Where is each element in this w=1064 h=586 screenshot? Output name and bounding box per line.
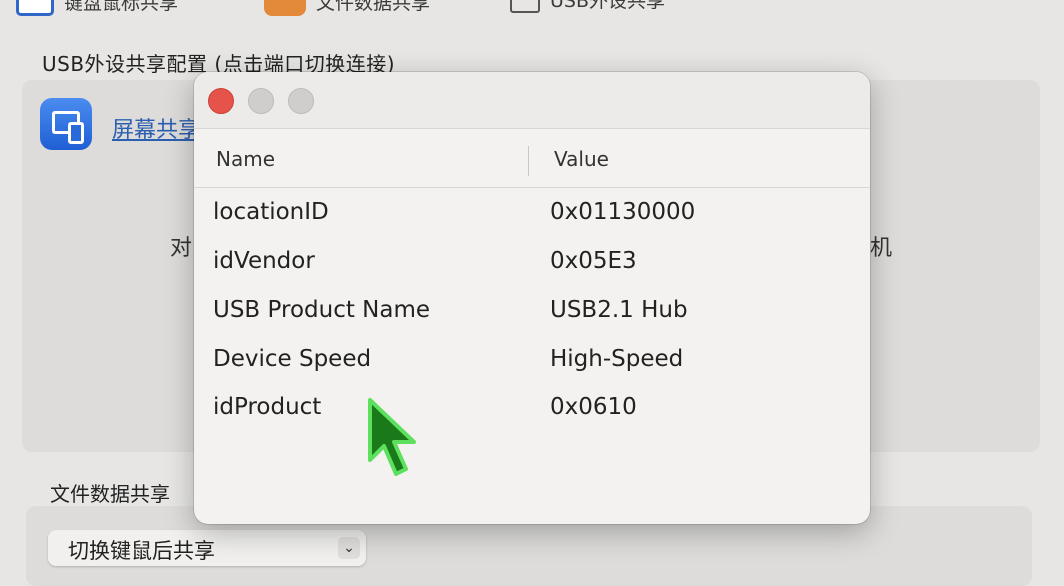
tab-label: USB外设共享 bbox=[550, 0, 666, 12]
table-row[interactable]: USB Product Name USB2.1 Hub bbox=[194, 287, 870, 335]
top-tab-bar: 键盘鼠标共享 文件数据共享 USB外设共享 bbox=[0, 0, 1064, 16]
close-button[interactable] bbox=[208, 88, 234, 114]
row-name: Device Speed bbox=[213, 346, 372, 372]
column-header-name[interactable]: Name bbox=[216, 147, 275, 171]
chevron-down-icon[interactable]: ⌄ bbox=[338, 537, 360, 559]
row-name: locationID bbox=[213, 199, 329, 225]
row-name: USB Product Name bbox=[213, 297, 431, 323]
minimize-button[interactable] bbox=[248, 88, 274, 114]
partial-label-right: 机 bbox=[870, 236, 893, 261]
partial-label-left: 对 bbox=[170, 236, 193, 261]
table-row[interactable]: idProduct 0x0610 bbox=[194, 384, 870, 432]
file-share-title: 文件数据共享 bbox=[50, 482, 170, 506]
device-info-window: Name Value locationID 0x01130000 idVendo… bbox=[194, 72, 870, 524]
screen-share-icon[interactable] bbox=[40, 98, 92, 150]
keyboard-mouse-icon bbox=[16, 0, 54, 16]
tab-label: 键盘鼠标共享 bbox=[64, 0, 179, 14]
table-row[interactable]: locationID 0x01130000 bbox=[194, 189, 870, 237]
usb-share-icon bbox=[510, 0, 540, 13]
table-header: Name Value bbox=[194, 129, 870, 188]
row-value: 0x0610 bbox=[550, 394, 637, 420]
mouse-cursor-icon bbox=[368, 398, 416, 476]
row-value: 0x05E3 bbox=[550, 248, 637, 274]
window-titlebar[interactable] bbox=[194, 72, 870, 129]
screen-share-link[interactable]: 屏幕共享 bbox=[112, 112, 200, 144]
row-value: 0x01130000 bbox=[550, 199, 696, 225]
table-row[interactable]: Device Speed High-Speed bbox=[194, 336, 870, 384]
tab-usb-share[interactable]: USB外设共享 bbox=[510, 0, 665, 13]
column-divider[interactable] bbox=[528, 146, 529, 176]
file-share-icon bbox=[264, 0, 306, 16]
row-value: USB2.1 Hub bbox=[550, 297, 688, 323]
tab-label: 文件数据共享 bbox=[316, 0, 431, 14]
table-row[interactable]: idVendor 0x05E3 bbox=[194, 238, 870, 286]
tab-file-share[interactable]: 文件数据共享 bbox=[264, 0, 430, 16]
row-value: High-Speed bbox=[550, 346, 684, 372]
tab-keyboard-mouse-share[interactable]: 键盘鼠标共享 bbox=[16, 0, 178, 16]
column-header-value[interactable]: Value bbox=[554, 147, 609, 171]
row-name: idVendor bbox=[213, 248, 315, 274]
share-mode-value: 切换键鼠后共享 bbox=[68, 539, 215, 563]
zoom-button[interactable] bbox=[288, 88, 314, 114]
row-name: idProduct bbox=[213, 394, 322, 420]
share-mode-select[interactable]: 切换键鼠后共享 ⌄ bbox=[48, 530, 366, 566]
